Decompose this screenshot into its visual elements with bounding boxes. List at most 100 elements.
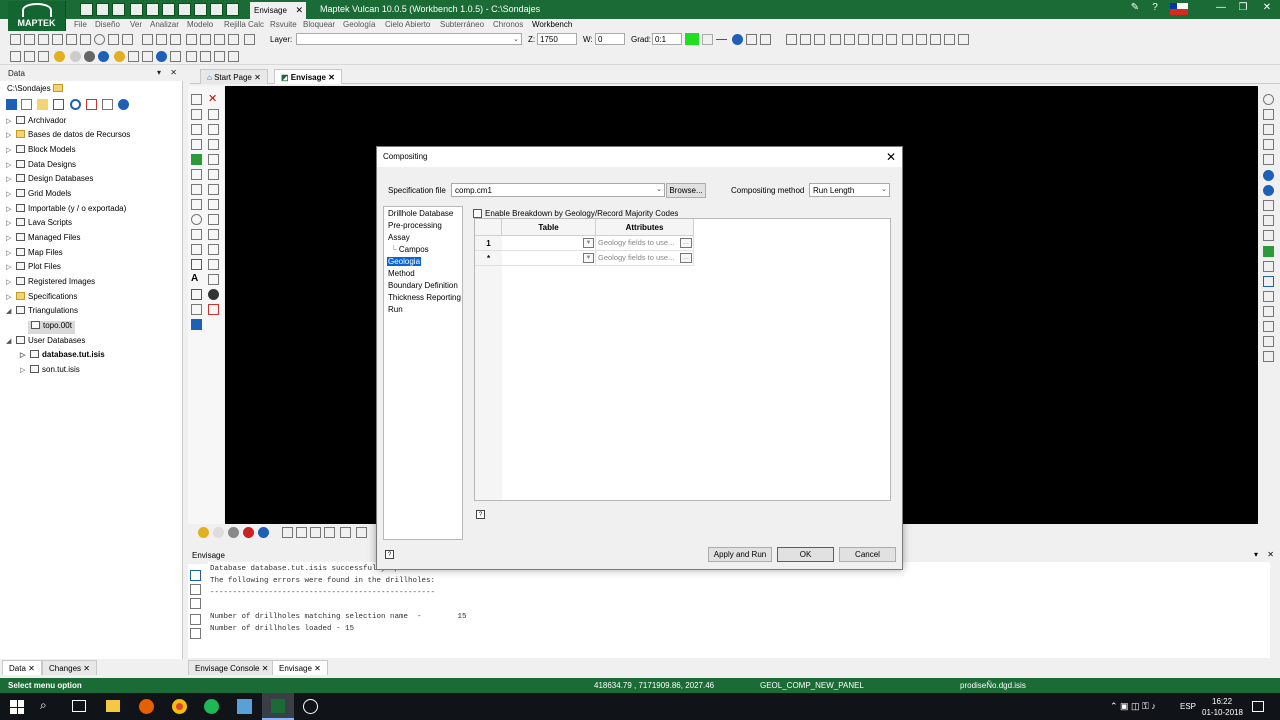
menu-modelo[interactable]: Modelo bbox=[187, 20, 213, 29]
menu-ver[interactable]: Ver bbox=[130, 20, 142, 29]
apply-and-run-button[interactable]: Apply and Run bbox=[708, 547, 772, 562]
tree-item-son-tut[interactable]: ▷ son.tut.isis bbox=[20, 365, 80, 378]
spotify-icon[interactable] bbox=[204, 699, 219, 714]
formula-icon[interactable] bbox=[244, 34, 255, 45]
view-icon[interactable] bbox=[190, 598, 201, 609]
layer-icon[interactable] bbox=[1263, 246, 1274, 257]
chevron-right-icon[interactable]: ▷ bbox=[6, 117, 16, 125]
menu-chronos[interactable]: Chronos bbox=[493, 20, 523, 29]
cursor-icon[interactable] bbox=[282, 527, 293, 538]
print-icon[interactable] bbox=[190, 614, 201, 625]
ellipsis-button[interactable]: ... bbox=[680, 238, 692, 248]
gear-icon[interactable] bbox=[118, 99, 129, 110]
table-cell[interactable]: ▼ bbox=[502, 251, 596, 266]
app-icon[interactable] bbox=[237, 699, 252, 714]
view-icon[interactable] bbox=[228, 34, 239, 45]
pin-icon[interactable]: ▾ bbox=[1254, 550, 1258, 559]
chevron-right-icon[interactable]: ▷ bbox=[6, 278, 16, 286]
chevron-right-icon[interactable]: ▷ bbox=[6, 131, 16, 139]
folder-icon[interactable] bbox=[52, 84, 63, 92]
edit-icon[interactable] bbox=[830, 34, 841, 45]
edit-icon[interactable] bbox=[210, 3, 223, 16]
tool-icon[interactable] bbox=[200, 51, 211, 62]
zoom-icon[interactable] bbox=[1263, 94, 1274, 105]
edit-icon[interactable] bbox=[208, 154, 219, 165]
chevron-right-icon[interactable]: ▷ bbox=[6, 263, 16, 271]
edit-icon[interactable] bbox=[208, 199, 219, 210]
tab-envisage-output[interactable]: Envisage ✕ bbox=[272, 660, 328, 675]
grid-icon[interactable] bbox=[208, 259, 219, 270]
arc-icon[interactable] bbox=[191, 199, 202, 210]
chevron-right-icon[interactable]: ▷ bbox=[6, 205, 16, 213]
text-icon[interactable] bbox=[162, 3, 175, 16]
close-icon[interactable]: ✕ bbox=[886, 150, 896, 164]
linetype-icon[interactable] bbox=[716, 34, 727, 40]
screen-icon[interactable] bbox=[958, 34, 969, 45]
view-icon[interactable] bbox=[1263, 109, 1274, 120]
arc-icon[interactable] bbox=[208, 244, 219, 255]
task-view-icon[interactable] bbox=[72, 700, 86, 712]
sphere-icon[interactable] bbox=[213, 527, 224, 538]
undo-icon[interactable] bbox=[178, 3, 191, 16]
tree-item-archivador[interactable]: ▷ Archivador bbox=[6, 116, 66, 129]
screen-icon[interactable] bbox=[944, 34, 955, 45]
clock-date[interactable]: 01-10-2018 bbox=[1202, 708, 1243, 717]
firefox-icon[interactable] bbox=[139, 699, 154, 714]
view-icon[interactable] bbox=[1263, 230, 1274, 241]
maptek-logo[interactable]: MAPTEK bbox=[8, 1, 66, 31]
snap-icon[interactable] bbox=[24, 34, 35, 45]
view-icon[interactable] bbox=[214, 34, 225, 45]
fill-icon[interactable] bbox=[191, 154, 202, 165]
nav-campos[interactable]: └ Campos bbox=[390, 245, 430, 254]
chevron-down-icon[interactable]: ▼ bbox=[583, 238, 594, 248]
attributes-cell[interactable]: Geology fields to use...... bbox=[596, 236, 694, 251]
menu-rejilla[interactable]: Rejilla Calc bbox=[224, 20, 264, 29]
chevron-right-icon[interactable]: ▷ bbox=[6, 293, 16, 301]
sphere-icon[interactable] bbox=[54, 51, 65, 62]
tool-icon[interactable] bbox=[170, 51, 181, 62]
flag-icon[interactable] bbox=[1170, 3, 1188, 15]
close-icon[interactable]: ✕ bbox=[170, 68, 177, 77]
open-icon[interactable] bbox=[800, 34, 811, 45]
snap-icon[interactable] bbox=[10, 34, 21, 45]
browse-button[interactable]: Browse... bbox=[666, 183, 706, 198]
undo-icon[interactable] bbox=[872, 34, 883, 45]
tree-item-triangulations[interactable]: ◢ Triangulations bbox=[6, 306, 78, 319]
tab-envisage[interactable]: ◩ Envisage ✕ bbox=[274, 69, 342, 84]
view-icon[interactable] bbox=[1263, 291, 1274, 302]
menu-analizar[interactable]: Analizar bbox=[150, 20, 179, 29]
redo-icon[interactable] bbox=[886, 34, 897, 45]
color-swatch[interactable] bbox=[685, 33, 699, 45]
tree-item-bases-recursos[interactable]: ▷ Bases de datos de Recursos bbox=[6, 130, 130, 143]
delete-icon[interactable]: ✕ bbox=[208, 94, 219, 105]
close-button[interactable]: ✕ bbox=[1256, 2, 1278, 13]
menu-subterraneo[interactable]: Subterráneo bbox=[440, 20, 484, 29]
cancel-button[interactable]: Cancel bbox=[839, 547, 896, 562]
point-icon[interactable] bbox=[191, 109, 202, 120]
nav-thickness-reporting[interactable]: Thickness Reporting bbox=[387, 293, 462, 302]
view-icon[interactable] bbox=[108, 34, 119, 45]
grad-field[interactable]: 0:1 bbox=[652, 33, 682, 45]
nav-pre-processing[interactable]: Pre-processing bbox=[387, 221, 443, 230]
minimize-button[interactable]: — bbox=[1210, 2, 1232, 13]
chevron-down-icon[interactable]: ◢ bbox=[6, 307, 16, 315]
nav-geologia[interactable]: Geologia bbox=[387, 257, 422, 266]
tree-item-importable[interactable]: ▷ Importable (y / o exportada) bbox=[6, 204, 126, 217]
menu-geologia[interactable]: Geología bbox=[343, 20, 375, 29]
label-icon[interactable] bbox=[191, 304, 202, 315]
chevron-down-icon[interactable]: ◢ bbox=[6, 337, 16, 345]
notifications-icon[interactable] bbox=[1252, 701, 1264, 712]
layer-icon[interactable] bbox=[146, 3, 159, 16]
grid-icon[interactable] bbox=[296, 527, 307, 538]
tree-item-map-files[interactable]: ▷ Map Files bbox=[6, 248, 63, 261]
maximize-button[interactable]: ❐ bbox=[1232, 2, 1254, 13]
tab-changes[interactable]: Changes ✕ bbox=[42, 660, 97, 675]
view-icon[interactable] bbox=[1263, 276, 1274, 287]
nav-run[interactable]: Run bbox=[387, 305, 404, 314]
menu-file[interactable]: File bbox=[74, 20, 87, 29]
sphere-icon[interactable] bbox=[156, 51, 167, 62]
ok-button[interactable]: OK bbox=[777, 547, 834, 562]
grid-icon[interactable] bbox=[310, 527, 321, 538]
pen-icon[interactable] bbox=[191, 244, 202, 255]
nav-assay[interactable]: Assay bbox=[387, 233, 411, 242]
